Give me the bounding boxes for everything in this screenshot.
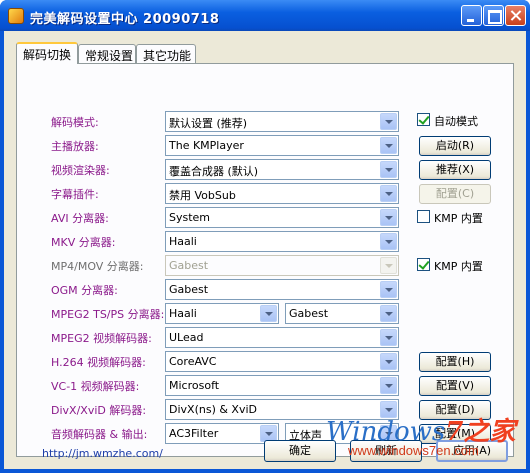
chevron-down-icon[interactable]	[260, 305, 277, 322]
mpeg2-video-decoder-label: MPEG2 视频解码器:	[51, 332, 152, 345]
main-player-select[interactable]: The KMPlayer	[165, 135, 399, 156]
divx-xvid-decoder-label: DivX/XviD 解码器:	[51, 404, 147, 417]
vc1-video-decoder-value: Microsoft	[169, 379, 220, 392]
chevron-down-icon[interactable]	[380, 161, 397, 178]
divx-xvid-decoder-value: DivX(ns) & XviD	[169, 403, 257, 416]
mpeg2-ts-splitter-value: Haali	[169, 307, 197, 320]
chevron-down-icon[interactable]	[380, 113, 397, 130]
main-player-label: 主播放器:	[51, 140, 99, 153]
avi-splitter-value: System	[169, 211, 211, 224]
ogm-splitter-value: Gabest	[169, 283, 209, 296]
video-renderer-value: 覆盖合成器 (默认)	[169, 165, 259, 178]
divx-xvid-decoder-select[interactable]: DivX(ns) & XviD	[165, 399, 399, 420]
chevron-down-icon[interactable]	[380, 281, 397, 298]
chevron-down-icon[interactable]	[380, 329, 397, 346]
vc1-video-decoder-label: VC-1 视频解码器:	[51, 380, 140, 393]
mpeg2-video-decoder-value: ULead	[169, 331, 204, 344]
chevron-down-icon[interactable]	[380, 209, 397, 226]
mp4-mov-splitter-select[interactable]: Gabest	[165, 255, 399, 276]
mkv-splitter-select[interactable]: Haali	[165, 231, 399, 252]
recommend-button[interactable]: 推荐(X)	[419, 160, 491, 180]
client-area: 解码切换 常规设置 其它功能 解码模式: 默认设置 (推荐) 自动模式 主播放器…	[4, 31, 526, 469]
audio-decoder-output-label: 音频解码器 & 输出:	[51, 428, 148, 441]
tab-panel: 解码模式: 默认设置 (推荐) 自动模式 主播放器: The KMPlayer …	[16, 63, 514, 457]
config-v-button[interactable]: 配置(V)	[419, 376, 491, 396]
mpeg2-ts-ps-splitter-label: MPEG2 TS/PS 分离器:	[51, 308, 165, 321]
chevron-down-icon[interactable]	[380, 305, 397, 322]
subtitle-plugin-label: 字幕插件:	[51, 188, 99, 201]
minimize-button[interactable]	[461, 5, 482, 26]
checkbox-checked-icon[interactable]	[417, 258, 430, 271]
tab-general-settings[interactable]: 常规设置	[78, 44, 136, 63]
h264-video-decoder-label: H.264 视频解码器:	[51, 356, 146, 369]
mkv-splitter-label: MKV 分离器:	[51, 236, 116, 249]
audio-decoder-select[interactable]: AC3Filter	[165, 423, 279, 444]
title-bar[interactable]: 完美解码设置中心 20090718	[0, 0, 530, 31]
auto-mode-label: 自动模式	[434, 115, 478, 128]
chevron-down-icon[interactable]	[380, 137, 397, 154]
avi-splitter-select[interactable]: System	[165, 207, 399, 228]
kmp-builtin-label: KMP 内置	[434, 212, 483, 225]
ogm-splitter-label: OGM 分离器:	[51, 284, 118, 297]
h264-video-decoder-value: CoreAVC	[169, 355, 217, 368]
refresh-button[interactable]: 刷新	[350, 440, 422, 462]
config-c-button[interactable]: 配置(C)	[419, 184, 491, 204]
decode-mode-select[interactable]: 默认设置 (推荐)	[165, 111, 399, 132]
audio-decoder-value: AC3Filter	[169, 427, 219, 440]
close-button[interactable]	[505, 5, 526, 26]
mpeg2-ts-splitter-select[interactable]: Haali	[165, 303, 279, 324]
mkv-splitter-value: Haali	[169, 235, 197, 248]
checkbox-checked-icon[interactable]	[417, 113, 430, 126]
maximize-button[interactable]	[483, 5, 504, 26]
tab-other-functions[interactable]: 其它功能	[136, 44, 196, 63]
chevron-down-icon[interactable]	[380, 401, 397, 418]
main-player-value: The KMPlayer	[169, 139, 244, 152]
mpeg2-ps-splitter-select[interactable]: Gabest	[285, 303, 399, 324]
start-button[interactable]: 启动(R)	[419, 136, 491, 156]
ogm-splitter-select[interactable]: Gabest	[165, 279, 399, 300]
decode-mode-value: 默认设置 (推荐)	[169, 117, 248, 130]
chevron-down-icon[interactable]	[380, 185, 397, 202]
chevron-down-icon[interactable]	[380, 353, 397, 370]
mp4-mov-splitter-label: MP4/MOV 分离器:	[51, 260, 144, 273]
config-d-button[interactable]: 配置(D)	[419, 400, 491, 420]
config-h-button[interactable]: 配置(H)	[419, 352, 491, 372]
avi-splitter-label: AVI 分离器:	[51, 212, 109, 225]
apply-button[interactable]: 应用(A)	[436, 440, 508, 462]
chevron-down-icon[interactable]	[380, 257, 397, 274]
chevron-down-icon[interactable]	[380, 377, 397, 394]
homepage-link[interactable]: http://jm.wmzhe.com/	[42, 447, 163, 460]
tab-decode-switch[interactable]: 解码切换	[16, 42, 78, 64]
mp4-mov-splitter-value: Gabest	[169, 259, 209, 272]
settings-window: 完美解码设置中心 20090718 解码切换 常规设置 其它功能 解码模式: 默…	[0, 0, 530, 473]
h264-video-decoder-select[interactable]: CoreAVC	[165, 351, 399, 372]
subtitle-plugin-select[interactable]: 禁用 VobSub	[165, 183, 399, 204]
video-renderer-select[interactable]: 覆盖合成器 (默认)	[165, 159, 399, 180]
decode-mode-label: 解码模式:	[51, 116, 99, 129]
window-title: 完美解码设置中心 20090718	[30, 12, 220, 27]
video-renderer-label: 视频渲染器:	[51, 164, 110, 177]
checkbox-unchecked-icon[interactable]	[417, 210, 430, 223]
subtitle-plugin-value: 禁用 VobSub	[169, 189, 236, 202]
ok-button[interactable]: 确定	[264, 440, 336, 462]
chevron-down-icon[interactable]	[380, 233, 397, 250]
app-icon	[8, 8, 24, 24]
mpeg2-video-decoder-select[interactable]: ULead	[165, 327, 399, 348]
mpeg2-ps-splitter-value: Gabest	[289, 307, 329, 320]
vc1-video-decoder-select[interactable]: Microsoft	[165, 375, 399, 396]
kmp-builtin-label: KMP 内置	[434, 260, 483, 273]
